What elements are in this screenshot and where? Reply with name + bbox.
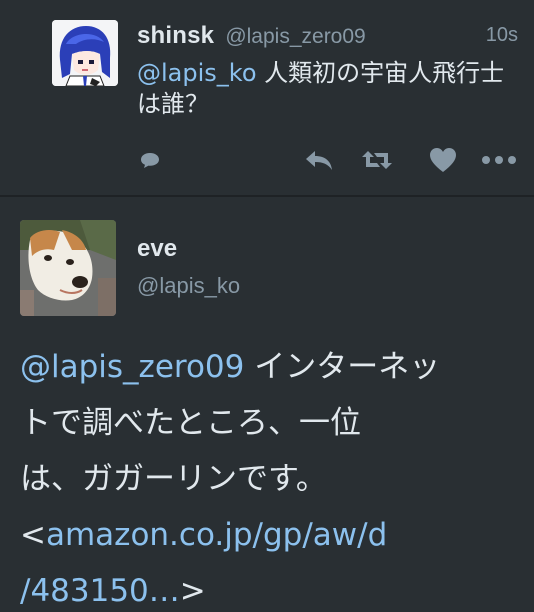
author-handle[interactable]: @lapis_zero09 — [225, 25, 365, 48]
tweet-line: /483150…> — [20, 563, 520, 612]
retweet-icon[interactable] — [359, 144, 395, 176]
author-name[interactable]: eve — [137, 235, 177, 263]
tweet-text: @lapis_ko 人類初の宇宙人飛行士は誰？ — [137, 58, 517, 120]
tweet-text-body: インターネッ — [244, 349, 441, 385]
tweet-line: @lapis_zero09 インターネッ — [20, 339, 520, 395]
timestamp[interactable]: 10s — [486, 24, 518, 47]
tweet-detail: eve @lapis_ko @lapis_zero09 インターネッ トで調べた… — [0, 197, 534, 612]
tweet-header: shinsk @lapis_zero09 10s — [137, 22, 518, 52]
reply-icon[interactable] — [301, 144, 337, 176]
tweet-line: トで調べたところ、一位 — [20, 405, 361, 441]
author-name[interactable]: shinsk — [137, 22, 214, 49]
author-handle[interactable]: @lapis_ko — [137, 273, 240, 299]
like-icon[interactable] — [426, 144, 460, 176]
timeline: shinsk @lapis_zero09 10s @lapis_ko 人類初の宇… — [0, 0, 534, 612]
user-avatar-icon — [52, 20, 118, 86]
mention-link[interactable]: @lapis_ko — [137, 59, 257, 87]
reply-count-icon[interactable] — [137, 144, 163, 176]
more-icon[interactable] — [480, 144, 518, 176]
tweet-text: @lapis_zero09 インターネッ トで調べたところ、一位 は、ガガーリン… — [20, 339, 520, 612]
tweet-item[interactable]: shinsk @lapis_zero09 10s @lapis_ko 人類初の宇… — [0, 0, 534, 195]
tweet-line: は、ガガーリンです。 — [20, 461, 327, 497]
avatar[interactable] — [52, 20, 118, 86]
link-bracket-close: > — [179, 573, 206, 609]
link-bracket-open: < — [20, 517, 46, 553]
url-link[interactable]: amazon.co.jp/gp/aw/d — [46, 517, 387, 553]
url-link[interactable]: /483150… — [20, 573, 180, 609]
dog-avatar-icon — [20, 220, 116, 316]
avatar[interactable] — [20, 220, 116, 316]
tweet-actions — [137, 144, 518, 176]
tweet-line: <amazon.co.jp/gp/aw/d — [20, 507, 520, 563]
mention-link[interactable]: @lapis_zero09 — [20, 349, 244, 385]
